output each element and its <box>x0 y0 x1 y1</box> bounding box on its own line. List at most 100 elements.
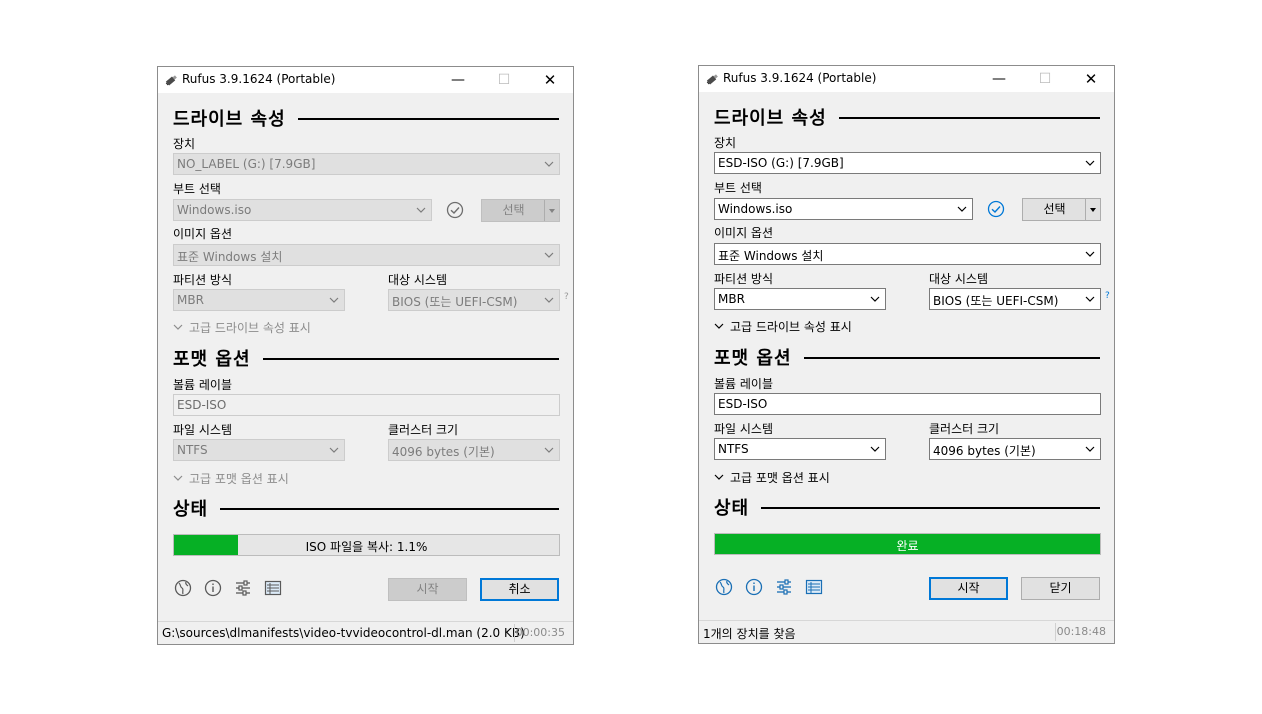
volume-label-value: ESD-ISO <box>718 397 768 411</box>
chevron-down-icon <box>957 203 967 213</box>
checksum-check-icon[interactable] <box>446 201 464 219</box>
help-icon[interactable]: ? <box>564 292 569 302</box>
partition-scheme-label: 파티션 방식 <box>173 273 233 287</box>
chevron-down-icon <box>1085 443 1095 453</box>
chevron-down-icon <box>544 249 554 259</box>
target-system-value: BIOS (또는 UEFI-CSM) <box>933 294 1059 308</box>
device-dropdown[interactable]: ESD-ISO (G:) [7.9GB] <box>714 152 1101 174</box>
info-icon[interactable] <box>204 579 222 597</box>
volume-label-input[interactable]: ESD-ISO <box>173 394 560 416</box>
target-system-dropdown[interactable]: BIOS (또는 UEFI-CSM) <box>388 289 560 311</box>
file-system-dropdown[interactable]: NTFS <box>173 439 345 461</box>
window-title: Rufus 3.9.1624 (Portable) <box>723 71 877 85</box>
chevron-down-icon <box>544 158 554 168</box>
device-value: ESD-ISO (G:) [7.9GB] <box>718 156 844 170</box>
chevron-down-icon <box>173 472 183 486</box>
language-globe-icon[interactable] <box>174 579 192 597</box>
chevron-down-icon <box>329 294 339 304</box>
boot-selection-dropdown[interactable]: Windows.iso <box>173 199 432 221</box>
partition-scheme-dropdown[interactable]: MBR <box>714 288 886 310</box>
target-system-dropdown[interactable]: BIOS (또는 UEFI-CSM) <box>929 288 1101 310</box>
device-dropdown[interactable]: NO_LABEL (G:) [7.9GB] <box>173 153 560 175</box>
device-value: NO_LABEL (G:) [7.9GB] <box>177 157 316 171</box>
close-button[interactable]: ✕ <box>527 67 573 93</box>
select-image-button[interactable]: 선택 <box>1022 198 1101 221</box>
section-title: 드라이브 속성 <box>173 105 298 131</box>
help-icon[interactable]: ? <box>1105 291 1110 301</box>
image-option-value: 표준 Windows 설치 <box>718 249 824 263</box>
select-button-label: 선택 <box>1043 202 1066 216</box>
section-divider <box>173 508 559 510</box>
chevron-down-icon <box>870 293 880 303</box>
advanced-drive-toggle[interactable]: 고급 드라이브 속성 표시 <box>714 318 852 335</box>
section-format-options: 포맷 옵션 <box>173 345 559 371</box>
title-bar: Rufus 3.9.1624 (Portable) — ☐ ✕ <box>158 67 573 93</box>
advanced-drive-label: 고급 드라이브 속성 표시 <box>730 320 852 334</box>
maximize-button[interactable]: ☐ <box>1022 66 1068 92</box>
cancel-button[interactable]: 취소 <box>480 578 559 601</box>
section-drive-properties: 드라이브 속성 <box>173 105 559 131</box>
checksum-check-icon[interactable] <box>987 200 1005 218</box>
section-title: 포맷 옵션 <box>714 344 804 370</box>
image-option-dropdown[interactable]: 표준 Windows 설치 <box>173 244 560 266</box>
info-icon[interactable] <box>745 578 763 596</box>
chevron-down-icon <box>714 320 724 334</box>
status-text: 1개의 장치를 찾음 <box>703 627 796 641</box>
select-button-label: 선택 <box>502 203 525 217</box>
select-image-button[interactable]: 선택 <box>481 199 560 222</box>
progress-text: ISO 파일을 복사: 1.1% <box>305 540 428 554</box>
rufus-window: Rufus 3.9.1624 (Portable) — ☐ ✕ 드라이브 속성 … <box>698 65 1115 644</box>
advanced-drive-toggle[interactable]: 고급 드라이브 속성 표시 <box>173 319 311 336</box>
elapsed-time: 00:18:48 <box>1056 625 1106 638</box>
advanced-format-toggle[interactable]: 고급 포맷 옵션 표시 <box>714 469 830 486</box>
chevron-down-icon <box>714 471 724 485</box>
partition-scheme-dropdown[interactable]: MBR <box>173 289 345 311</box>
boot-selection-label: 부트 선택 <box>714 181 762 195</box>
section-format-options: 포맷 옵션 <box>714 344 1100 370</box>
split-dropdown-icon[interactable] <box>544 200 559 221</box>
image-option-label: 이미지 옵션 <box>714 226 774 240</box>
cluster-size-dropdown[interactable]: 4096 bytes (기본) <box>929 438 1101 460</box>
chevron-down-icon <box>544 444 554 454</box>
image-option-dropdown[interactable]: 표준 Windows 설치 <box>714 243 1101 265</box>
close-button[interactable]: ✕ <box>1068 66 1114 92</box>
partition-scheme-value: MBR <box>177 293 204 307</box>
volume-label-value: ESD-ISO <box>177 398 227 412</box>
maximize-button[interactable]: ☐ <box>481 67 527 93</box>
section-status: 상태 <box>714 494 1100 520</box>
advanced-format-label: 고급 포맷 옵션 표시 <box>189 472 289 486</box>
language-globe-icon[interactable] <box>715 578 733 596</box>
minimize-button[interactable]: — <box>435 67 481 93</box>
status-bar: 1개의 장치를 찾음 00:18:48 <box>699 620 1114 643</box>
boot-selection-dropdown[interactable]: Windows.iso <box>714 198 973 220</box>
cluster-size-dropdown[interactable]: 4096 bytes (기본) <box>388 439 560 461</box>
close-window-button[interactable]: 닫기 <box>1021 577 1100 600</box>
title-bar: Rufus 3.9.1624 (Portable) — ☐ ✕ <box>699 66 1114 92</box>
chevron-down-icon <box>173 321 183 335</box>
log-icon[interactable] <box>264 579 282 597</box>
log-icon[interactable] <box>805 578 823 596</box>
section-title: 드라이브 속성 <box>714 104 839 130</box>
cluster-size-value: 4096 bytes (기본) <box>392 445 495 459</box>
start-button[interactable]: 시작 <box>388 578 467 601</box>
settings-sliders-icon[interactable] <box>775 578 793 596</box>
progress-text: 완료 <box>896 539 919 553</box>
volume-label-input[interactable]: ESD-ISO <box>714 393 1101 415</box>
partition-scheme-value: MBR <box>718 292 745 306</box>
chevron-down-icon <box>1085 157 1095 167</box>
section-title: 상태 <box>173 495 221 521</box>
chevron-down-icon <box>1085 293 1095 303</box>
advanced-format-label: 고급 포맷 옵션 표시 <box>730 471 830 485</box>
volume-label-label: 볼륨 레이블 <box>714 377 774 391</box>
split-dropdown-icon[interactable] <box>1085 199 1100 220</box>
minimize-button[interactable]: — <box>976 66 1022 92</box>
advanced-format-toggle[interactable]: 고급 포맷 옵션 표시 <box>173 470 289 487</box>
partition-scheme-label: 파티션 방식 <box>714 272 774 286</box>
file-system-dropdown[interactable]: NTFS <box>714 438 886 460</box>
boot-selection-value: Windows.iso <box>177 203 252 217</box>
file-system-label: 파일 시스템 <box>173 423 233 437</box>
start-button[interactable]: 시작 <box>929 577 1008 600</box>
settings-sliders-icon[interactable] <box>234 579 252 597</box>
progress-bar: 완료 <box>714 533 1101 555</box>
status-text: G:\sources\dlmanifests\video-tvvideocont… <box>162 626 525 640</box>
